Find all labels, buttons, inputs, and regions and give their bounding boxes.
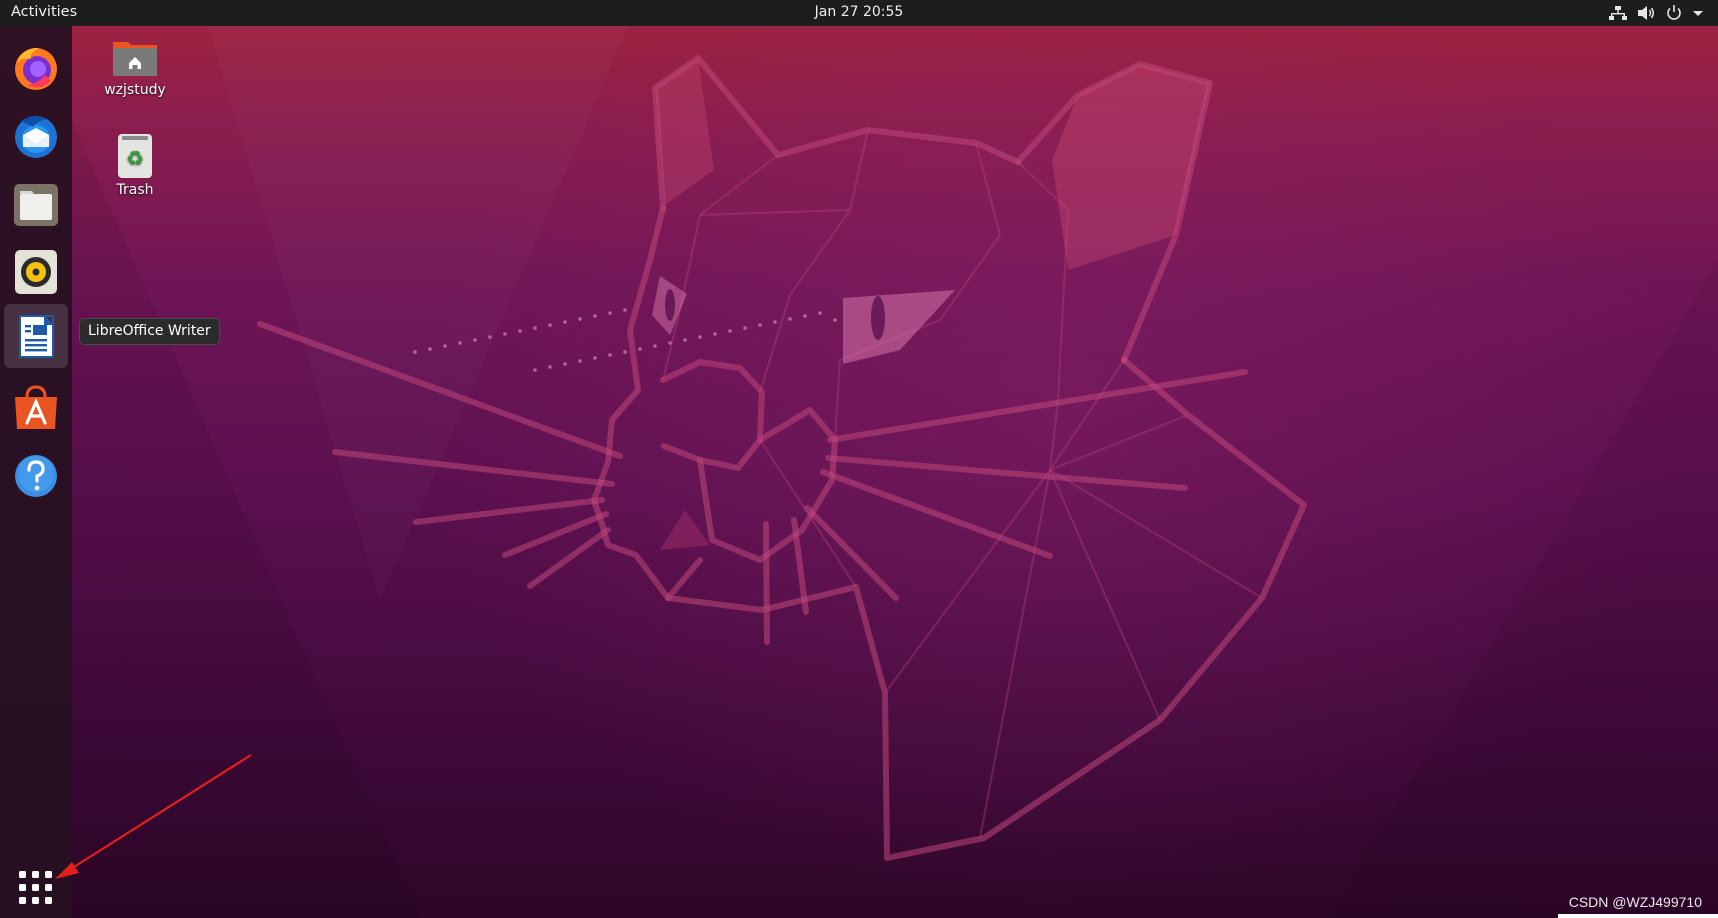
chevron-down-icon[interactable] xyxy=(1690,0,1706,26)
clock-area: Jan 27 20:55 xyxy=(0,4,1718,20)
ubuntu-software-icon[interactable] xyxy=(4,376,68,440)
desktop-icon-trash[interactable]: ♻ Trash xyxy=(85,132,185,198)
desktop-icon-home[interactable]: wzjstudy xyxy=(85,36,185,98)
desktop-icon-label: wzjstudy xyxy=(104,82,166,98)
volume-icon[interactable] xyxy=(1636,0,1656,26)
home-folder-icon xyxy=(113,42,157,76)
clock-button[interactable]: Jan 27 20:55 xyxy=(815,4,904,20)
power-icon[interactable] xyxy=(1664,0,1684,26)
help-icon[interactable] xyxy=(4,444,68,508)
thunderbird-icon[interactable] xyxy=(4,104,68,168)
wallpaper-cat-artwork xyxy=(72,55,1718,918)
desktop-icon-label: Trash xyxy=(116,182,154,198)
firefox-icon[interactable] xyxy=(4,36,68,100)
corner-decoration xyxy=(1558,914,1718,918)
activities-button[interactable]: Activities xyxy=(11,4,77,20)
dock xyxy=(0,26,72,918)
desktop: Activities Jan 27 20:55 wzjstudy ♻ Trash… xyxy=(0,0,1718,918)
top-bar: Activities Jan 27 20:55 xyxy=(0,0,1718,26)
libreoffice-writer-icon[interactable] xyxy=(4,304,68,368)
rhythmbox-icon[interactable] xyxy=(4,240,68,304)
files-icon[interactable] xyxy=(4,172,68,236)
dock-tooltip: LibreOffice Writer xyxy=(79,318,220,345)
watermark: CSDN @WZJ499710 xyxy=(1568,894,1702,910)
network-icon[interactable] xyxy=(1608,0,1628,26)
app-grid-icon[interactable] xyxy=(16,868,56,908)
trash-icon: ♻ xyxy=(118,134,152,178)
svg-text:♻: ♻ xyxy=(126,146,144,170)
